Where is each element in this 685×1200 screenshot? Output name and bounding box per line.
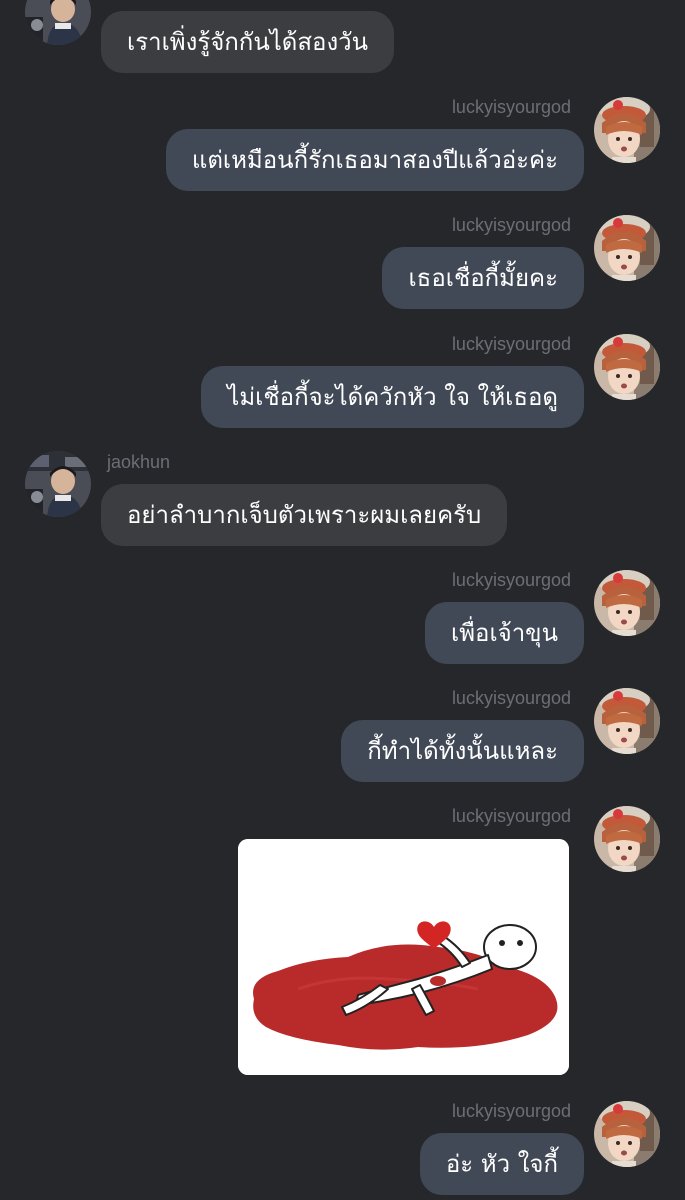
sender-name: luckyisyourgod	[451, 334, 571, 354]
message-text: เพื่อเจ้าขุน	[451, 619, 558, 647]
luckyisyourgod-avatar[interactable]	[594, 215, 660, 281]
sender-name: luckyisyourgod	[451, 1101, 571, 1121]
message-bubble[interactable]: เธอเชื่อกี้มั้ยคะ	[382, 247, 584, 309]
message-bubble[interactable]: เราเพิ่งรู้จักกันได้สองวัน	[101, 11, 395, 73]
jaokhun-avatar[interactable]	[25, 0, 91, 45]
sender-name: luckyisyourgod	[451, 806, 571, 826]
sender-name: luckyisyourgod	[451, 215, 571, 235]
luckyisyourgod-avatar[interactable]	[594, 1101, 660, 1167]
message-text: เราเพิ่งรู้จักกันได้สองวัน	[127, 28, 369, 56]
sender-name: luckyisyourgod	[451, 688, 571, 708]
sender-name: luckyisyourgod	[451, 570, 571, 590]
luckyisyourgod-avatar[interactable]	[594, 97, 660, 163]
message-text: กี้ทำได้ทั้งนั้นแหละ	[367, 737, 558, 765]
message-bubble[interactable]: อย่าลำบากเจ็บตัวเพราะผมเลยครับ	[101, 484, 508, 546]
message-bubble[interactable]: เพื่อเจ้าขุน	[425, 602, 584, 664]
sender-name: luckyisyourgod	[451, 97, 571, 117]
message-text: แต่เหมือนกี้รักเธอมาสองปีแล้วอ่ะค่ะ	[191, 146, 558, 174]
message-bubble[interactable]: อ่ะ หัว ใจกี้	[419, 1133, 584, 1195]
message-bubble[interactable]: ไม่เชื่อกี้จะได้ควักหัว ใจ ให้เธอดู	[201, 366, 584, 428]
sticker-image[interactable]	[238, 839, 569, 1075]
message-text: อ่ะ หัว ใจกี้	[445, 1150, 558, 1178]
luckyisyourgod-avatar[interactable]	[594, 570, 660, 636]
luckyisyourgod-avatar[interactable]	[594, 806, 660, 872]
message-text: อย่าลำบากเจ็บตัวเพราะผมเลยครับ	[127, 501, 482, 529]
luckyisyourgod-avatar[interactable]	[594, 688, 660, 754]
message-text: เธอเชื่อกี้มั้ยคะ	[408, 264, 558, 292]
message-bubble[interactable]: แต่เหมือนกี้รักเธอมาสองปีแล้วอ่ะค่ะ	[165, 129, 584, 191]
message-bubble[interactable]: กี้ทำได้ทั้งนั้นแหละ	[341, 720, 584, 782]
message-text: ไม่เชื่อกี้จะได้ควักหัว ใจ ให้เธอดู	[227, 383, 558, 411]
luckyisyourgod-avatar[interactable]	[594, 334, 660, 400]
jaokhun-avatar[interactable]	[25, 451, 91, 517]
sender-name: jaokhun	[107, 452, 171, 472]
